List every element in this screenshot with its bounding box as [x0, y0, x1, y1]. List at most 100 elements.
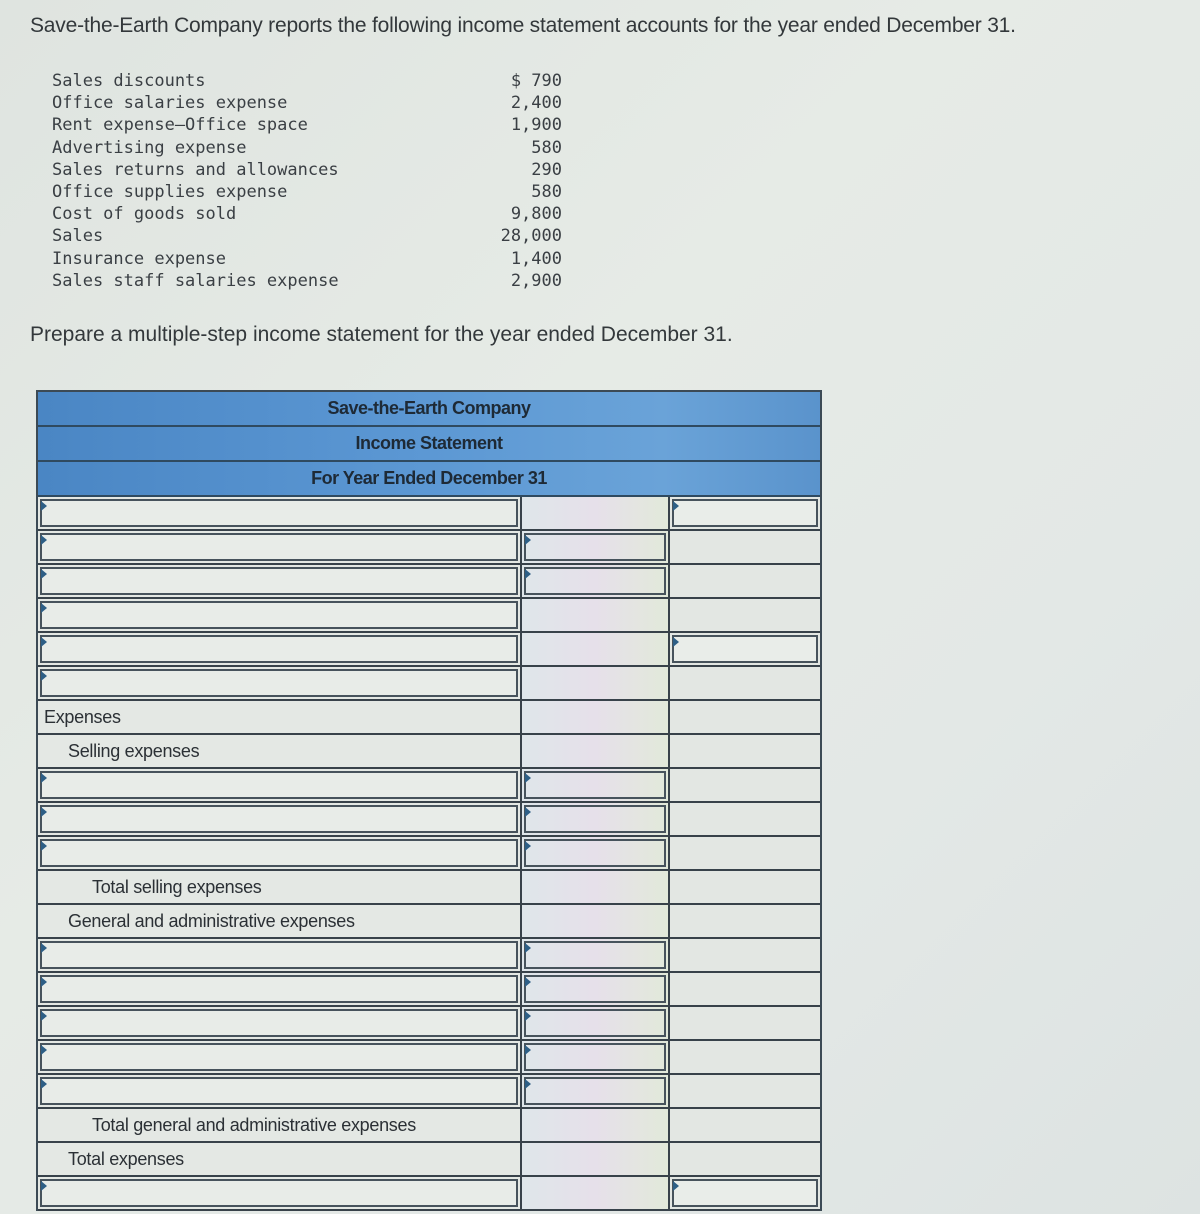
amount-cell — [522, 871, 670, 903]
label-input[interactable] — [40, 1009, 518, 1037]
label-input[interactable] — [40, 839, 518, 867]
statement-row — [38, 1075, 820, 1109]
statement-title-header: Income Statement — [38, 427, 820, 462]
label-input[interactable] — [40, 1179, 518, 1207]
account-amount: 1,900 — [510, 115, 562, 136]
amount-cell — [522, 1143, 670, 1175]
amount-cell — [522, 769, 670, 801]
total-input[interactable] — [672, 635, 818, 663]
amount-input[interactable] — [524, 941, 666, 969]
total-cell — [670, 1041, 820, 1073]
label-input[interactable] — [40, 499, 518, 527]
account-name: Advertising expense — [52, 137, 247, 158]
label-input[interactable] — [40, 805, 518, 833]
account-name: Sales discounts — [52, 71, 206, 91]
total-cell — [670, 1177, 820, 1209]
account-row: Sales 28,000 — [52, 225, 562, 247]
label-cell — [38, 1041, 522, 1073]
instruction-text: Prepare a multiple-step income statement… — [30, 323, 733, 346]
label-input[interactable] — [40, 601, 518, 629]
total-cell — [670, 735, 820, 767]
label-cell — [38, 531, 522, 563]
total-cell — [670, 769, 820, 801]
statement-row — [38, 837, 820, 871]
label-input[interactable] — [40, 669, 518, 697]
amount-cell — [522, 939, 670, 971]
statement-title: Income Statement — [355, 433, 503, 453]
amount-input[interactable] — [524, 839, 666, 867]
amount-input[interactable] — [524, 533, 666, 561]
amount-cell — [522, 1177, 670, 1209]
total-cell — [670, 871, 820, 903]
amount-cell — [522, 1109, 670, 1141]
account-row: Insurance expense 1,400 — [52, 248, 562, 270]
total-cell — [670, 531, 820, 563]
label-input[interactable] — [40, 771, 518, 799]
statement-row — [38, 939, 820, 973]
label-cell: General and administrative expenses — [38, 905, 522, 937]
accounts-list: Sales discounts $ 790 Office salaries exp… — [52, 70, 562, 292]
label-cell — [38, 939, 522, 971]
amount-cell — [522, 1075, 670, 1107]
income-statement-table: Save-the-Earth Company Income Statement … — [36, 390, 822, 1211]
total-cell — [670, 905, 820, 937]
statement-row: General and administrative expenses — [38, 905, 820, 939]
statement-row — [38, 667, 820, 701]
total-cell — [670, 497, 820, 529]
total-cell — [670, 973, 820, 1005]
account-amount: 28,000 — [500, 226, 562, 247]
general-admin-expenses-label: General and administrative expenses — [68, 911, 355, 931]
account-name: Rent expense—Office space — [52, 115, 308, 136]
label-cell — [38, 1007, 522, 1039]
total-cell — [670, 1075, 820, 1107]
total-input[interactable] — [672, 499, 818, 527]
label-input[interactable] — [40, 941, 518, 969]
amount-cell — [522, 497, 670, 529]
label-cell — [38, 497, 522, 529]
amount-cell — [522, 735, 670, 767]
account-row: Sales staff salaries expense 2,900 — [52, 270, 562, 292]
total-cell — [670, 701, 820, 733]
total-input[interactable] — [672, 1179, 818, 1207]
label-cell — [38, 1075, 522, 1107]
label-input[interactable] — [40, 567, 518, 595]
amount-cell — [522, 905, 670, 937]
amount-cell — [522, 973, 670, 1005]
statement-row — [38, 1041, 820, 1075]
label-cell: Total selling expenses — [38, 871, 522, 903]
statement-row — [38, 803, 820, 837]
label-input[interactable] — [40, 533, 518, 561]
amount-input[interactable] — [524, 567, 666, 595]
amount-input[interactable] — [524, 1077, 666, 1105]
statement-row — [38, 599, 820, 633]
statement-row: Total expenses — [38, 1143, 820, 1177]
amount-input[interactable] — [524, 1043, 666, 1071]
account-row: Rent expense—Office space 1,900 — [52, 114, 562, 136]
total-cell — [670, 1143, 820, 1175]
statement-period-header: For Year Ended December 31 — [38, 462, 820, 497]
account-amount: 2,400 — [510, 93, 562, 114]
label-input[interactable] — [40, 1043, 518, 1071]
amount-input[interactable] — [524, 771, 666, 799]
account-name: Office salaries expense — [52, 93, 288, 114]
statement-row — [38, 633, 820, 667]
statement-period: For Year Ended December 31 — [311, 468, 547, 488]
label-cell — [38, 769, 522, 801]
label-input[interactable] — [40, 975, 518, 1003]
label-input[interactable] — [40, 635, 518, 663]
label-input[interactable] — [40, 1077, 518, 1105]
label-cell — [38, 803, 522, 835]
amount-cell — [522, 633, 670, 665]
amount-input[interactable] — [524, 975, 666, 1003]
total-cell — [670, 633, 820, 665]
label-cell — [38, 837, 522, 869]
account-row: Advertising expense 580 — [52, 137, 562, 159]
total-cell — [670, 1007, 820, 1039]
total-cell — [670, 599, 820, 631]
account-amount: 9,800 — [510, 204, 562, 225]
account-amount: 1,400 — [510, 248, 562, 269]
total-cell — [670, 939, 820, 971]
amount-input[interactable] — [524, 805, 666, 833]
account-row: Cost of goods sold 9,800 — [52, 203, 562, 225]
amount-input[interactable] — [524, 1009, 666, 1037]
